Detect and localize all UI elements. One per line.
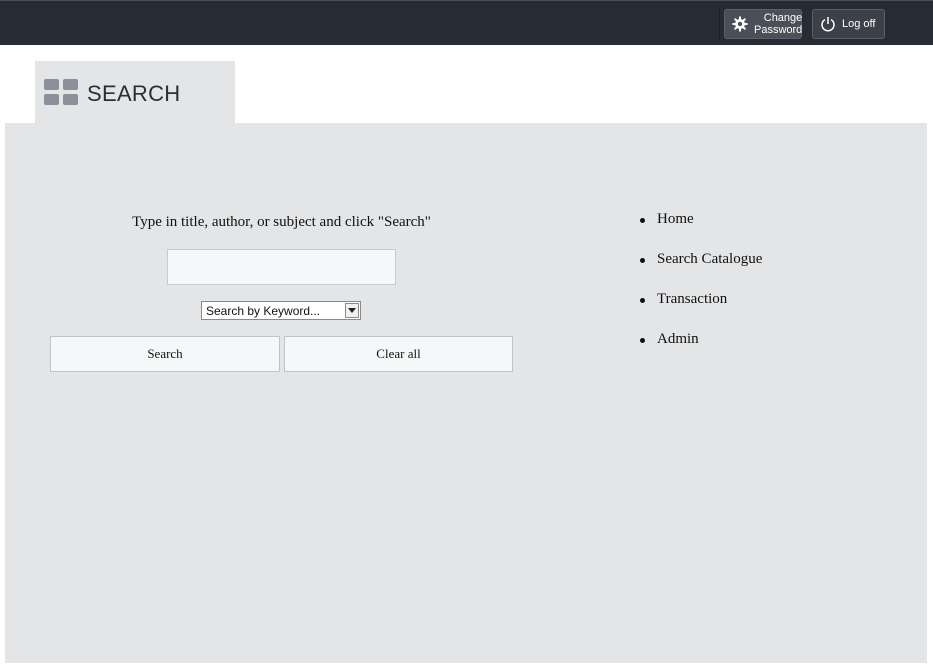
search-input[interactable]	[167, 249, 396, 285]
nav-item-label: Home	[657, 211, 694, 227]
nav-item-label: Search Catalogue	[657, 251, 763, 267]
nav-item-admin[interactable]: Admin	[638, 331, 762, 371]
log-off-label: Log off	[842, 18, 876, 30]
search-type-select[interactable]: Search by Keyword...	[201, 301, 361, 320]
bullet	[640, 218, 645, 223]
change-password-button[interactable]: Change Password	[724, 9, 802, 39]
grid-icon	[44, 79, 78, 105]
search-type-value: Search by Keyword...	[206, 304, 321, 318]
bullet	[640, 258, 645, 263]
log-off-button[interactable]: Log off	[812, 9, 885, 39]
side-nav: Home Search Catalogue Transaction Admin	[638, 211, 762, 371]
search-instruction: Type in title, author, or subject and cl…	[132, 214, 431, 230]
change-password-label: Change Password	[754, 12, 802, 36]
nav-item-transaction[interactable]: Transaction	[638, 291, 762, 331]
change-password-line1: Change	[763, 12, 803, 24]
tab-search: SEARCH	[35, 61, 235, 124]
bullet	[640, 298, 645, 303]
nav-item-label: Admin	[657, 331, 699, 347]
bullet	[640, 338, 645, 343]
nav-item-home[interactable]: Home	[638, 211, 762, 251]
gear-icon	[732, 16, 748, 32]
chevron-down-icon[interactable]	[345, 303, 359, 318]
power-icon	[820, 16, 836, 32]
search-button[interactable]: Search	[50, 336, 280, 372]
top-bar: Change Password Log off	[0, 0, 933, 45]
change-password-line2: Password	[754, 24, 803, 36]
nav-item-label: Transaction	[657, 291, 728, 307]
search-panel: Type in title, author, or subject and cl…	[5, 123, 927, 663]
clear-all-button[interactable]: Clear all	[284, 336, 513, 372]
nav-item-search-catalogue[interactable]: Search Catalogue	[638, 251, 762, 291]
top-bar-separator	[719, 9, 720, 39]
page-title: SEARCH	[87, 81, 181, 106]
